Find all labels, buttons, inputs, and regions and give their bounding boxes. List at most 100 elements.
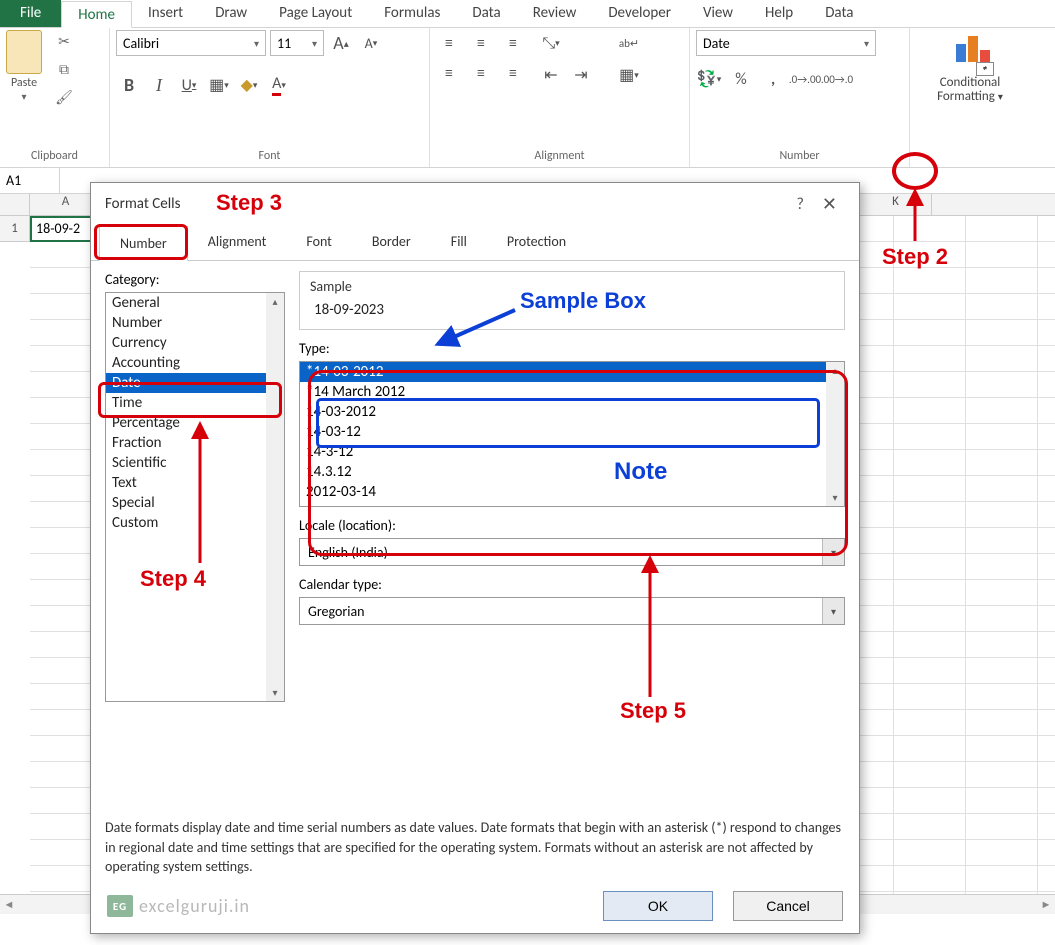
orientation-icon[interactable]: ⤡▾	[538, 30, 564, 56]
dialog-tab-protection[interactable]: Protection	[487, 225, 586, 260]
align-center-icon[interactable]: ≡	[468, 60, 494, 86]
decrease-indent-icon[interactable]: ⇤	[538, 62, 564, 88]
format-painter-icon[interactable]: 🖌	[52, 86, 76, 108]
italic-button[interactable]: I	[146, 72, 172, 98]
category-custom[interactable]: Custom	[106, 513, 284, 533]
align-left-icon[interactable]: ≡	[436, 60, 462, 86]
category-scientific[interactable]: Scientific	[106, 453, 284, 473]
category-number[interactable]: Number	[106, 313, 284, 333]
type-item-5[interactable]: 14.3.12	[300, 462, 844, 482]
dialog-tab-number[interactable]: Number	[99, 226, 188, 261]
description-text: Date formats display date and time seria…	[91, 808, 859, 881]
locale-select[interactable]: English (India) ▾	[299, 538, 845, 566]
align-middle-icon[interactable]: ≡	[468, 30, 494, 56]
watermark-logo-icon: EG	[107, 895, 133, 917]
dialog-help-icon[interactable]: ?	[786, 195, 813, 214]
number-format-select[interactable]: Date▾	[696, 30, 876, 56]
conditional-formatting-button[interactable]: ≠ ConditionalFormatting ▾	[937, 30, 1003, 105]
font-color-button[interactable]: A▾	[266, 72, 292, 98]
ribbon-tabs: File Home Insert Draw Page Layout Formul…	[0, 0, 1055, 28]
increase-indent-icon[interactable]: ⇥	[568, 62, 594, 88]
sample-label: Sample	[310, 278, 834, 295]
font-size-select[interactable]: 11▾	[270, 30, 324, 56]
type-item-6[interactable]: 2012-03-14	[300, 482, 844, 502]
merge-center-button[interactable]: ▦▾	[610, 62, 648, 88]
dialog-tab-border[interactable]: Border	[352, 225, 431, 260]
type-item-1[interactable]: *14 March 2012	[300, 382, 844, 402]
conditional-formatting-label: ConditionalFormatting ▾	[937, 76, 1003, 105]
increase-decimal-icon[interactable]: .0→.00	[792, 66, 818, 92]
tab-view[interactable]: View	[687, 0, 749, 27]
dialog-tabs: Number Alignment Font Border Fill Protec…	[91, 225, 859, 261]
dialog-tab-alignment[interactable]: Alignment	[188, 225, 287, 260]
font-name-select[interactable]: Calibri▾	[116, 30, 266, 56]
dialog-tab-font[interactable]: Font	[286, 225, 352, 260]
ribbon: Paste ▾ ✂ ⧉ 🖌 Clipboard Calibri▾ 11▾ A▴ …	[0, 28, 1055, 168]
type-list[interactable]: *14-03-2012 *14 March 2012 14-03-2012 14…	[299, 361, 845, 507]
locale-label: Locale (location):	[299, 517, 845, 534]
comma-format-icon[interactable]: ,	[760, 66, 786, 92]
decrease-font-icon[interactable]: A▾	[358, 30, 384, 56]
category-general[interactable]: General	[106, 293, 284, 313]
category-accounting[interactable]: Accounting	[106, 353, 284, 373]
paste-icon[interactable]	[6, 30, 42, 74]
group-font-label: Font	[116, 147, 423, 167]
dialog-tab-fill[interactable]: Fill	[431, 225, 487, 260]
type-item-3[interactable]: 14-03-12	[300, 422, 844, 442]
category-currency[interactable]: Currency	[106, 333, 284, 353]
tab-home[interactable]: Home	[61, 1, 132, 28]
category-time[interactable]: Time	[106, 393, 284, 413]
tab-review[interactable]: Review	[517, 0, 593, 27]
category-percentage[interactable]: Percentage	[106, 413, 284, 433]
type-scrollbar[interactable]: ▴▾	[826, 362, 844, 506]
tab-formulas[interactable]: Formulas	[368, 0, 456, 27]
increase-font-icon[interactable]: A▴	[328, 30, 354, 56]
group-number-label: Number	[696, 147, 903, 167]
select-all-triangle[interactable]	[0, 194, 30, 215]
sample-box: Sample 18-09-2023	[299, 271, 845, 330]
accounting-format-icon[interactable]: 💱▾	[696, 66, 722, 92]
tab-data[interactable]: Data	[456, 0, 516, 27]
category-text[interactable]: Text	[106, 473, 284, 493]
tab-draw[interactable]: Draw	[199, 0, 263, 27]
align-bottom-icon[interactable]: ≡	[500, 30, 526, 56]
tab-insert[interactable]: Insert	[132, 0, 199, 27]
tab-help[interactable]: Help	[749, 0, 809, 27]
type-item-0[interactable]: *14-03-2012	[300, 362, 844, 382]
tab-file[interactable]: File	[0, 0, 61, 27]
dialog-close-icon[interactable]: ✕	[814, 193, 845, 215]
bold-button[interactable]: B	[116, 72, 142, 98]
borders-button[interactable]: ▦▾	[206, 72, 232, 98]
row-header-1[interactable]: 1	[0, 216, 30, 242]
dialog-title: Format Cells	[105, 195, 180, 213]
calendar-select[interactable]: Gregorian ▾	[299, 597, 845, 625]
type-item-2[interactable]: 14-03-2012	[300, 402, 844, 422]
category-label: Category:	[105, 271, 285, 288]
align-right-icon[interactable]: ≡	[500, 60, 526, 86]
conditional-formatting-icon: ≠	[948, 30, 992, 76]
chevron-down-icon: ▾	[822, 539, 844, 565]
category-scrollbar[interactable]: ▴▾	[266, 293, 284, 701]
copy-icon[interactable]: ⧉	[52, 58, 76, 80]
cut-icon[interactable]: ✂	[52, 30, 76, 52]
category-date[interactable]: Date	[106, 373, 284, 393]
tab-page-layout[interactable]: Page Layout	[263, 0, 368, 27]
ok-button[interactable]: OK	[603, 891, 713, 921]
type-item-4[interactable]: 14-3-12	[300, 442, 844, 462]
underline-button[interactable]: U▾	[176, 72, 202, 98]
decrease-decimal-icon[interactable]: .00→.0	[824, 66, 850, 92]
fill-color-button[interactable]: ◆▾	[236, 72, 262, 98]
group-alignment-label: Alignment	[436, 147, 683, 167]
calendar-value: Gregorian	[308, 603, 365, 620]
category-fraction[interactable]: Fraction	[106, 433, 284, 453]
tab-developer[interactable]: Developer	[592, 0, 687, 27]
percent-format-icon[interactable]: %	[728, 66, 754, 92]
align-top-icon[interactable]: ≡	[436, 30, 462, 56]
category-special[interactable]: Special	[106, 493, 284, 513]
name-box[interactable]: A1	[0, 168, 60, 193]
tab-data-2[interactable]: Data	[809, 0, 869, 27]
wrap-text-button[interactable]: ab↵	[610, 30, 648, 56]
category-list[interactable]: General Number Currency Accounting Date …	[105, 292, 285, 702]
col-header-k[interactable]: K	[860, 194, 932, 215]
cancel-button[interactable]: Cancel	[733, 891, 843, 921]
